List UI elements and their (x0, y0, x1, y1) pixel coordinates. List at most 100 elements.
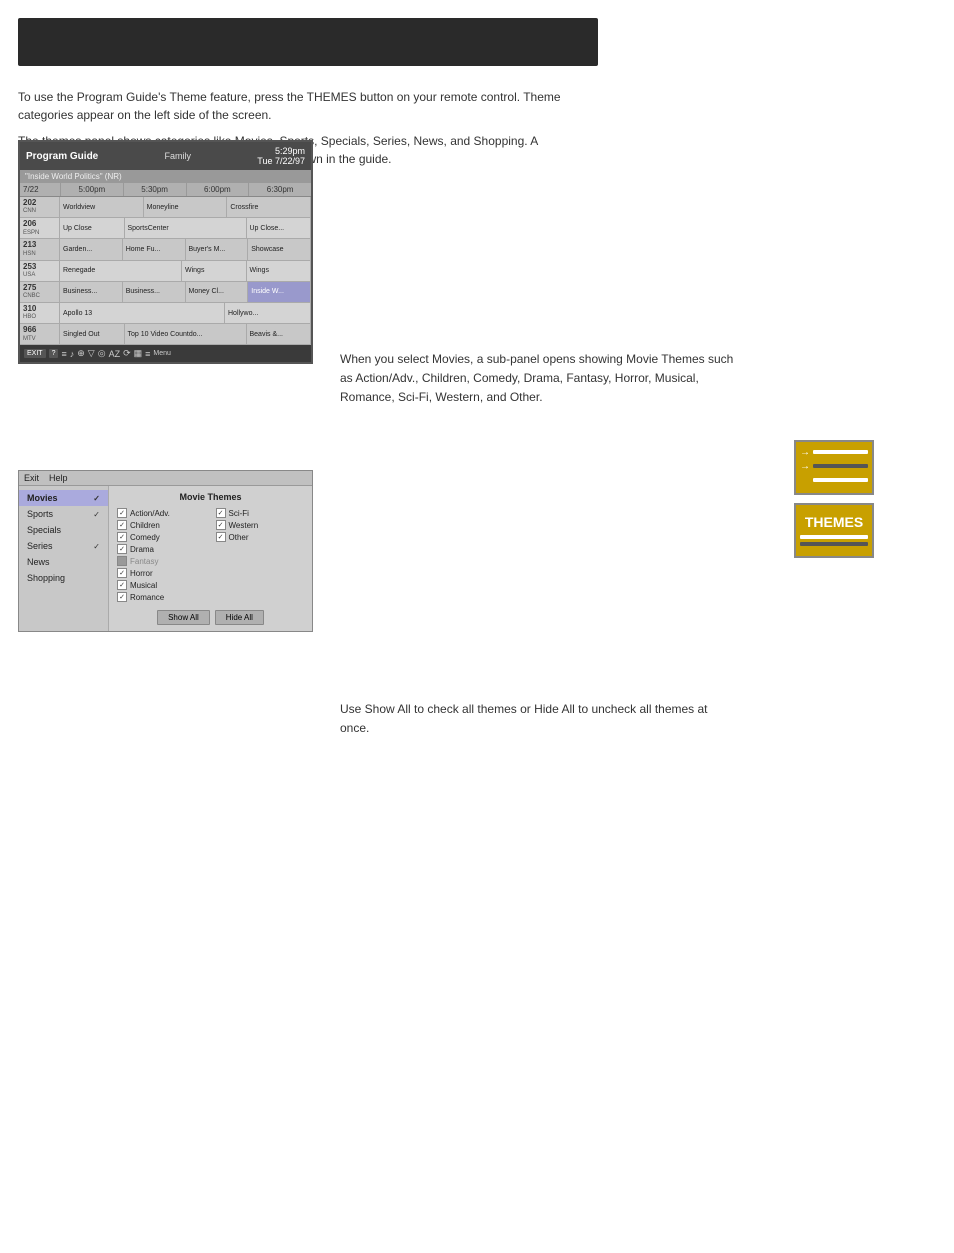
theme-western[interactable]: Western (216, 520, 305, 530)
theme-comedy-check (117, 532, 127, 542)
pg-programs-202: Worldview Moneyline Crossfire (60, 197, 311, 217)
pg-programs-206: Up Close SportsCenter Up Close... (60, 218, 311, 238)
pg-icon-lines: ≡ (145, 349, 150, 359)
themes-icon-lines (800, 532, 868, 549)
prog-moneycl: Money Cl... (186, 282, 249, 302)
cat-news[interactable]: News (19, 554, 108, 570)
theme-other[interactable]: Other (216, 532, 305, 542)
cat-sports[interactable]: Sports ✓ (19, 506, 108, 522)
cat-series-label: Series (27, 541, 53, 551)
top-header-bar (18, 18, 598, 66)
program-lines-icon-box: → → → (794, 440, 874, 495)
pg-programs-213: Garden... Home Fu... Buyer's M... Showca… (60, 239, 311, 259)
movie-themes-title: Movie Themes (117, 492, 304, 502)
theme-drama-label: Drama (130, 545, 154, 554)
theme-western-label: Western (229, 521, 259, 530)
table-row[interactable]: 966 MTV Singled Out Top 10 Video Countdo… (20, 324, 311, 345)
pg-time-600: 6:00pm (186, 183, 249, 196)
theme-empty-4 (216, 580, 305, 590)
theme-empty-1 (216, 544, 305, 554)
prog-hollywo: Hollywo... (225, 303, 311, 323)
theme-musical[interactable]: Musical (117, 580, 206, 590)
pg-nowshowing: "Inside World Politics" (NR) (20, 170, 311, 183)
cat-movies-label: Movies (27, 493, 58, 503)
theme-drama[interactable]: Drama (117, 544, 206, 554)
themes-menu-exit[interactable]: Exit (24, 473, 39, 483)
themes-icon-line-1 (800, 532, 868, 539)
pg-header: Program Guide Family 5:29pm Tue 7/22/97 (20, 142, 311, 170)
pg-time-530: 5:30pm (123, 183, 186, 196)
hide-all-button[interactable]: Hide All (215, 610, 264, 625)
prog-wings2: Wings (247, 261, 312, 281)
prog-wings1: Wings (182, 261, 247, 281)
theme-scifi[interactable]: Sci-Fi (216, 508, 305, 518)
cat-shopping-label: Shopping (27, 573, 65, 583)
table-row[interactable]: 310 HBO Apollo 13 Hollywo... (20, 303, 311, 324)
theme-children-label: Children (130, 521, 160, 530)
section-below-text: Use Show All to check all themes or Hide… (340, 700, 740, 738)
pg-theme: Family (165, 151, 192, 161)
cat-specials[interactable]: Specials (19, 522, 108, 538)
pg-programs-310: Apollo 13 Hollywo... (60, 303, 311, 323)
themes-menu-help[interactable]: Help (49, 473, 68, 483)
pg-icon-refresh: ⟳ (123, 348, 131, 359)
body-para-1: To use the Program Guide's Theme feature… (18, 88, 598, 124)
table-row[interactable]: 275 CNBC Business... Business... Money C… (20, 282, 311, 303)
cat-movies-check: ✓ (93, 494, 100, 503)
cat-series[interactable]: Series ✓ (19, 538, 108, 554)
prog-showcase: Showcase (248, 239, 311, 259)
pg-time-ch-col: 7/22 (20, 183, 60, 196)
theme-drama-check (117, 544, 127, 554)
ch-213: 213 HSN (20, 239, 60, 259)
pg-exit-btn[interactable]: EXIT (24, 349, 46, 358)
pg-icon-music: ♪ (70, 349, 75, 359)
table-row[interactable]: 213 HSN Garden... Home Fu... Buyer's M..… (20, 239, 311, 260)
theme-children[interactable]: Children (117, 520, 206, 530)
theme-fantasy-check (117, 556, 127, 566)
themes-bar-2 (800, 542, 868, 546)
section-text-right: When you select Movies, a sub-panel open… (340, 350, 740, 408)
cat-movies[interactable]: Movies ✓ (19, 490, 108, 506)
themes-grid: Action/Adv. Sci-Fi Children (117, 508, 304, 602)
pg-icon-az: AZ (109, 349, 121, 359)
themes-panel: Exit Help Movies ✓ Sports ✓ Specials Ser… (18, 470, 313, 632)
theme-comedy[interactable]: Comedy (117, 532, 206, 542)
ch-202: 202 CNN (20, 197, 60, 217)
theme-comedy-label: Comedy (130, 533, 160, 542)
theme-fantasy[interactable]: Fantasy (117, 556, 206, 566)
theme-fantasy-label: Fantasy (130, 557, 158, 566)
prog-crossfire: Crossfire (227, 197, 311, 217)
theme-horror-label: Horror (130, 569, 153, 578)
themes-container: Exit Help Movies ✓ Sports ✓ Specials Ser… (18, 470, 313, 632)
pg-icon-menu2: Menu (153, 350, 171, 357)
themes-icon-label: THEMES (800, 512, 868, 532)
show-all-button[interactable]: Show All (157, 610, 210, 625)
prog-top10: Top 10 Video Countdo... (125, 324, 247, 344)
theme-romance[interactable]: Romance (117, 592, 206, 602)
icon-line-2: → (800, 461, 868, 472)
themes-body: Movies ✓ Sports ✓ Specials Series ✓ News (19, 486, 312, 631)
theme-action[interactable]: Action/Adv. (117, 508, 206, 518)
pg-icon-circle: ◎ (98, 348, 106, 359)
prog-apollo: Apollo 13 (60, 303, 225, 323)
cat-shopping[interactable]: Shopping (19, 570, 108, 586)
program-guide-container: Program Guide Family 5:29pm Tue 7/22/97 … (18, 140, 313, 364)
prog-business1: Business... (60, 282, 123, 302)
body-para-3: When you select Movies, a sub-panel open… (340, 350, 740, 408)
table-row[interactable]: 202 CNN Worldview Moneyline Crossfire (20, 197, 311, 218)
ch-275: 275 CNBC (20, 282, 60, 302)
cat-specials-label: Specials (27, 525, 61, 535)
table-row[interactable]: 253 USA Renegade Wings Wings (20, 261, 311, 282)
table-row[interactable]: 206 ESPN Up Close SportsCenter Up Close.… (20, 218, 311, 239)
prog-upclose2: Up Close... (247, 218, 312, 238)
theme-horror-check (117, 568, 127, 578)
theme-empty-2 (216, 556, 305, 566)
ch-206: 206 ESPN (20, 218, 60, 238)
pg-help-btn[interactable]: ? (49, 349, 59, 358)
prog-moneyline: Moneyline (144, 197, 228, 217)
pg-time-630: 6:30pm (248, 183, 311, 196)
theme-horror[interactable]: Horror (117, 568, 206, 578)
prog-renegade: Renegade (60, 261, 182, 281)
arrow-icon-1: → (800, 447, 810, 458)
pg-time-row: 7/22 5:00pm 5:30pm 6:00pm 6:30pm (20, 183, 311, 197)
